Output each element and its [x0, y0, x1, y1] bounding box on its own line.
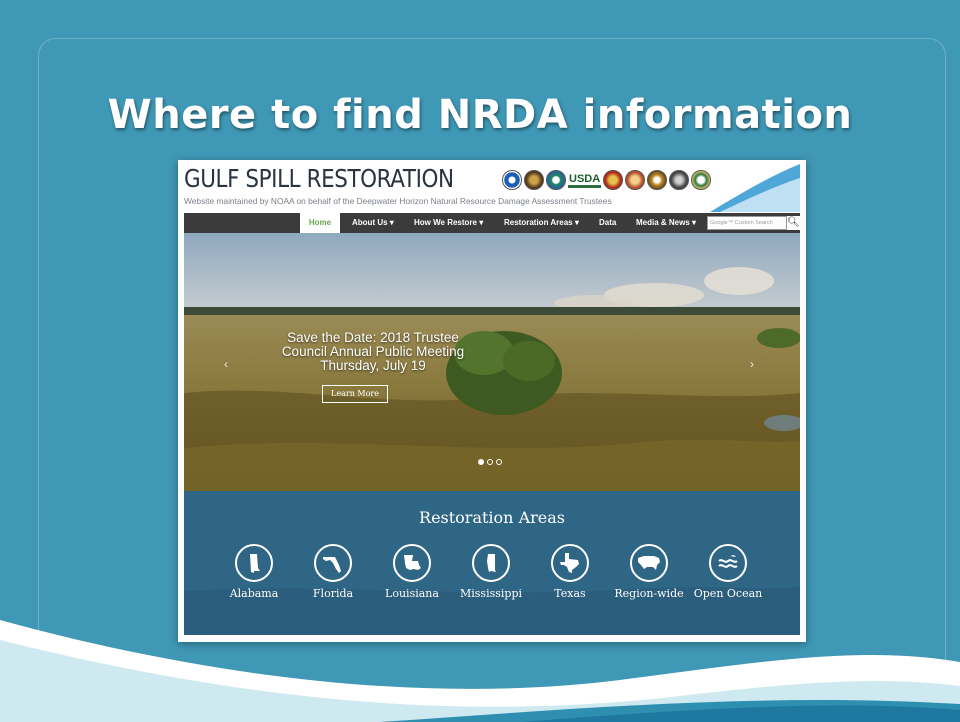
restoration-areas-title: Restoration Areas: [419, 508, 565, 527]
hero-line-1: Save the Date: 2018 Trustee: [287, 330, 459, 345]
header-corner-graphic: [710, 164, 800, 212]
area-label: Louisiana: [385, 587, 439, 600]
area-label: Alabama: [229, 587, 279, 600]
louisiana-seal-icon[interactable]: [647, 170, 668, 190]
texas-icon: [551, 544, 589, 582]
us-map-icon: [630, 544, 668, 582]
search-icon[interactable]: 🔍︎: [787, 216, 800, 230]
area-label: Texas: [554, 587, 586, 600]
agency-seals: USDA: [502, 168, 712, 192]
carousel-prev-icon[interactable]: ‹: [224, 357, 228, 371]
louisiana-icon: [393, 544, 431, 582]
area-alabama[interactable]: Alabama: [212, 544, 296, 600]
mississippi-icon: [472, 544, 510, 582]
area-label: Open Ocean: [693, 587, 763, 600]
carousel-dot-2[interactable]: [487, 459, 493, 465]
restoration-areas-section: Restoration Areas Alabama Florida Louisi…: [184, 491, 800, 635]
carousel-dot-3[interactable]: [496, 459, 502, 465]
hero-line-3: Thursday, July 19: [320, 358, 426, 373]
hero-carousel[interactable]: Save the Date: 2018 Trustee Council Annu…: [184, 233, 800, 491]
learn-more-button[interactable]: Learn More: [322, 385, 388, 403]
site-name[interactable]: GULF SPILL RESTORATION: [184, 164, 454, 193]
alabama-seal-icon[interactable]: [603, 170, 624, 190]
nav-data[interactable]: Data: [599, 213, 616, 233]
texas-seal-icon[interactable]: [691, 170, 712, 190]
ocean-waves-icon: [709, 544, 747, 582]
area-louisiana[interactable]: Louisiana: [370, 544, 454, 600]
mississippi-seal-icon[interactable]: [669, 170, 690, 190]
alabama-icon: [235, 544, 273, 582]
nav-media-news[interactable]: Media & News ▾: [636, 213, 696, 233]
area-mississippi[interactable]: Mississippi: [449, 544, 533, 600]
site-header: GULF SPILL RESTORATION Website maintaine…: [184, 164, 800, 212]
area-open-ocean[interactable]: Open Ocean: [686, 544, 770, 600]
slide: Where to find NRDA information GULF SPIL…: [0, 0, 960, 722]
hero-line-2: Council Annual Public Meeting: [281, 344, 465, 359]
nav-about-us[interactable]: About Us ▾: [352, 213, 394, 233]
usda-logo[interactable]: USDA: [568, 173, 602, 188]
florida-seal-icon[interactable]: [625, 170, 646, 190]
area-florida[interactable]: Florida: [291, 544, 375, 600]
area-label: Region-wide: [614, 587, 684, 600]
carousel-indicators: [478, 459, 502, 465]
noaa-seal-icon[interactable]: [502, 170, 522, 190]
area-texas[interactable]: Texas: [528, 544, 612, 600]
website-screenshot: GULF SPILL RESTORATION Website maintaine…: [178, 160, 806, 642]
slide-title: Where to find NRDA information: [107, 92, 853, 138]
area-region-wide[interactable]: Region-wide: [607, 544, 691, 600]
area-label: Mississippi: [460, 587, 522, 600]
hero-headline: Save the Date: 2018 Trustee Council Annu…: [258, 331, 488, 373]
nav-restoration-areas[interactable]: Restoration Areas ▾: [504, 213, 579, 233]
site-nav: Home About Us ▾ How We Restore ▾ Restora…: [184, 213, 800, 233]
nav-home[interactable]: Home: [300, 213, 340, 233]
carousel-next-icon[interactable]: ›: [750, 357, 754, 371]
interior-seal-icon[interactable]: [524, 170, 544, 190]
site-subtitle: Website maintained by NOAA on behalf of …: [184, 196, 612, 206]
area-label: Florida: [312, 587, 354, 600]
carousel-dot-1[interactable]: [478, 459, 484, 465]
epa-seal-icon[interactable]: [546, 170, 566, 190]
nav-how-we-restore[interactable]: How We Restore ▾: [414, 213, 483, 233]
search-input[interactable]: Google™ Custom Search: [707, 216, 787, 230]
florida-icon: [314, 544, 352, 582]
